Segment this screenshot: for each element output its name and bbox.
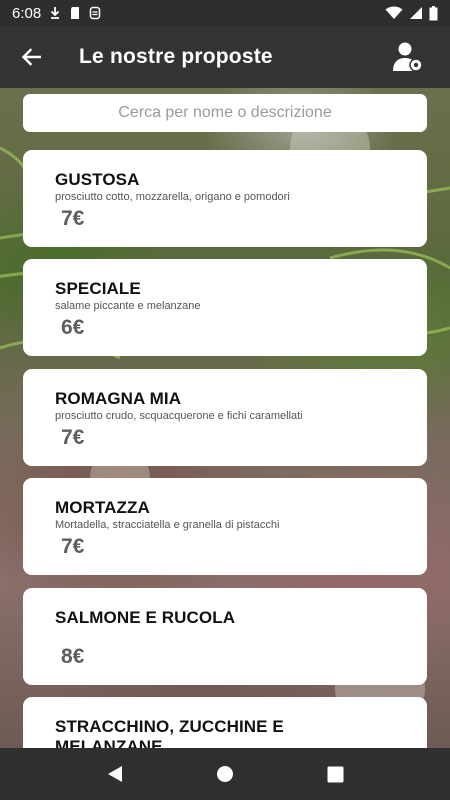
menu-item-description bbox=[55, 629, 395, 642]
menu-item-name: ROMAGNA MIA bbox=[55, 389, 182, 408]
menu-content[interactable]: GUSTOSA prosciutto cotto, mozzarella, or… bbox=[0, 88, 450, 748]
menu-item-description: prosciutto crudo, scquacquerone e fichi … bbox=[55, 410, 303, 422]
square-recents-icon bbox=[327, 766, 343, 782]
menu-item-price: 8€ bbox=[61, 645, 85, 668]
menu-item-price: 7€ bbox=[61, 535, 85, 558]
system-nav-bar bbox=[0, 748, 450, 800]
menu-item-description: prosciutto cotto, mozzarella, origano e … bbox=[55, 191, 290, 203]
menu-item-price: 7€ bbox=[61, 426, 85, 449]
menu-item-card[interactable]: SPECIALE salame piccante e melanzane 6€ bbox=[23, 259, 427, 356]
page-title: Le nostre proposte bbox=[79, 45, 273, 68]
menu-item-card[interactable]: SALMONE E RUCOLA 8€ bbox=[23, 588, 427, 685]
download-icon bbox=[51, 7, 60, 19]
menu-item-name: STRACCHINO, ZUCCHINE E MELANZANE bbox=[55, 717, 284, 748]
menu-item-description: Mortadella, stracciatella e granella di … bbox=[55, 519, 280, 531]
search-input[interactable] bbox=[23, 104, 427, 122]
menu-item-name: SPECIALE bbox=[55, 279, 141, 298]
sync-icon bbox=[89, 6, 101, 20]
back-button[interactable] bbox=[0, 26, 62, 88]
nav-recents-button[interactable] bbox=[315, 754, 355, 794]
menu-item-price: 6€ bbox=[61, 316, 85, 339]
triangle-back-icon bbox=[108, 766, 122, 782]
app-bar: Le nostre proposte bbox=[0, 26, 450, 88]
battery-icon bbox=[429, 5, 438, 20]
nav-back-button[interactable] bbox=[95, 754, 135, 794]
profile-button[interactable] bbox=[378, 26, 438, 88]
menu-item-card[interactable]: MORTAZZA Mortadella, stracciatella e gra… bbox=[23, 478, 427, 575]
menu-item-card[interactable]: ROMAGNA MIA prosciutto crudo, scquacquer… bbox=[23, 369, 427, 466]
circle-home-icon bbox=[217, 766, 233, 782]
signal-icon bbox=[410, 7, 422, 19]
search-box[interactable] bbox=[23, 94, 427, 132]
menu-item-name: SALMONE E RUCOLA bbox=[55, 608, 236, 627]
arrow-left-icon bbox=[21, 48, 41, 66]
sd-card-icon bbox=[71, 7, 80, 19]
menu-item-card[interactable]: STRACCHINO, ZUCCHINE E MELANZANE bbox=[23, 697, 427, 748]
menu-item-name: MORTAZZA bbox=[55, 498, 150, 517]
wifi-icon bbox=[385, 6, 403, 19]
user-gear-icon bbox=[393, 42, 423, 72]
nav-home-button[interactable] bbox=[205, 754, 245, 794]
status-bar: 6:08 bbox=[0, 0, 450, 26]
menu-item-card[interactable]: GUSTOSA prosciutto cotto, mozzarella, or… bbox=[23, 150, 427, 247]
menu-item-price: 7€ bbox=[61, 207, 85, 230]
menu-item-description: salame piccante e melanzane bbox=[55, 300, 201, 312]
menu-item-name: GUSTOSA bbox=[55, 170, 140, 189]
status-time: 6:08 bbox=[12, 4, 42, 22]
